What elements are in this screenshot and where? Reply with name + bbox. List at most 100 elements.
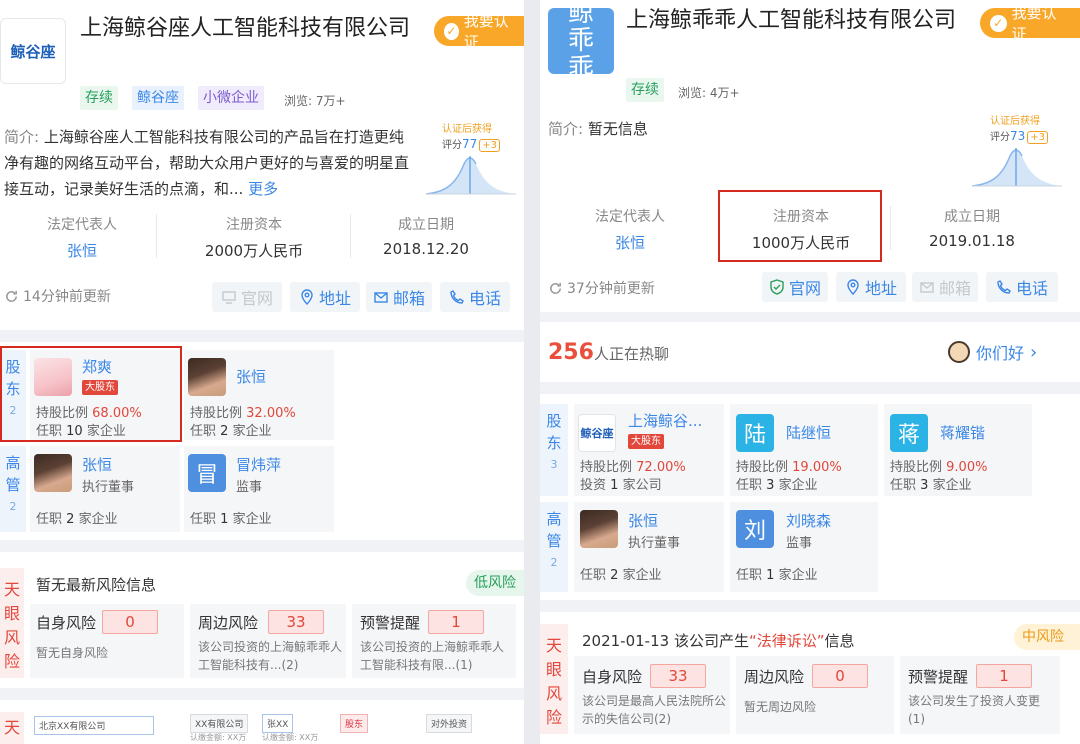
avatar: 陆 — [736, 414, 774, 452]
executive-card[interactable]: 张恒 执行董事 任职 2 家企业 — [30, 446, 180, 532]
risk-count: 1 — [428, 610, 484, 634]
work-pre: 任职 — [190, 512, 217, 527]
size-tag[interactable]: 小微企业 — [198, 86, 264, 110]
warning-card[interactable]: 预警提醒 1 该公司发生了投资人变更(1) — [900, 656, 1060, 734]
intro-label: 简介: — [548, 120, 584, 138]
score-curve-icon — [972, 148, 1062, 187]
shareholder-name[interactable]: 郑爽 — [82, 356, 112, 377]
risk-side-label[interactable]: 天眼风险 — [540, 624, 568, 734]
shareholder-card[interactable]: 蒋 蒋耀锴 持股比例 9.00% 任职 3 家企业 — [884, 404, 1032, 496]
left-company-panel: 鲸谷座 上海鲸谷座人工智能科技有限公司 ✓ 我要认证 存续 鲸谷座 小微企业 浏… — [0, 0, 524, 744]
website-label: 官网 — [788, 279, 821, 298]
work-count: 任职 2 家企业 — [580, 564, 662, 583]
verify-button[interactable]: ✓ 我要认证 — [980, 4, 1080, 43]
email-button[interactable]: 邮箱 — [912, 272, 978, 302]
executive-name[interactable]: 刘晓森 — [786, 510, 831, 531]
website-button[interactable]: 官网 — [212, 282, 282, 312]
status-tag[interactable]: 存续 — [80, 86, 118, 110]
website-button[interactable]: 官网 — [762, 272, 828, 302]
updated-time[interactable]: 14分钟前更新 — [4, 286, 111, 306]
risk-headline[interactable]: 2021-01-13 该公司产生“法律诉讼”信息 — [582, 630, 855, 651]
surrounding-risk-card[interactable]: 周边风险 0 暂无周边风险 — [736, 656, 894, 734]
phone-button[interactable]: 电话 — [440, 282, 510, 312]
executive-name[interactable]: 张恒 — [628, 510, 658, 531]
risk-count: 0 — [812, 664, 868, 688]
warning-card[interactable]: 预警提醒 1 该公司投资的上海鲸乖乖人工智能科技有限...(1) — [352, 604, 516, 678]
risk-level-badge[interactable]: 低风险 — [466, 570, 524, 596]
score-badge[interactable]: 认证后获得 评分77 +3 — [424, 118, 520, 198]
legal-rep: 法定代表人 张恒 — [14, 214, 150, 261]
address-button[interactable]: 地址 — [290, 282, 360, 312]
shareholder-name[interactable]: 蒋耀锴 — [940, 422, 985, 443]
score-value: 77 — [462, 137, 478, 151]
location-icon — [301, 289, 313, 305]
shareholder-card[interactable]: 郑爽 大股东 持股比例 68.00% 任职 10 家企业 — [30, 350, 180, 440]
executive-side-label[interactable]: 高管 2 — [540, 502, 568, 592]
shareholder-card[interactable]: 张恒 持股比例 32.00% 任职 2 家企业 — [184, 350, 334, 440]
risk-count: 33 — [268, 610, 324, 634]
shareholder-name[interactable]: 张恒 — [236, 366, 266, 387]
executive-side-label[interactable]: 高管 2 — [0, 446, 26, 532]
work-pre: 任职 — [580, 568, 607, 583]
view-count: 浏览: 4万+ — [678, 86, 740, 100]
address-button[interactable]: 地址 — [836, 272, 906, 302]
major-shareholder-badge: 大股东 — [628, 434, 664, 449]
work-num: 3 — [766, 478, 775, 493]
legal-rep-value[interactable]: 张恒 — [560, 232, 700, 253]
relation-diagram[interactable]: 北京XX有限公司 XX有限公司 张XX 股东 对外投资 认缴金额: XX万 认缴… — [30, 712, 520, 744]
score-badge[interactable]: 认证后获得 评分73 +3 — [970, 110, 1070, 190]
hot-discussion[interactable]: 256人正在热聊 — [548, 340, 669, 365]
executive-card[interactable]: 张恒 执行董事 任职 2 家企业 — [574, 502, 724, 592]
work-pre: 任职 — [36, 512, 63, 527]
section-gap — [0, 688, 524, 700]
capital-label: 注册资本 — [226, 217, 282, 233]
location-icon — [847, 279, 859, 295]
shareholder-name[interactable]: 上海鲸谷... — [628, 410, 702, 431]
risk-title: 自身风险 — [36, 614, 97, 632]
section-gap — [540, 600, 1080, 612]
executive-name[interactable]: 张恒 — [82, 454, 112, 475]
risk-count: 1 — [976, 664, 1032, 688]
shareholder-side-label[interactable]: 股东 3 — [540, 404, 568, 496]
legal-rep-value[interactable]: 张恒 — [14, 240, 150, 261]
executive-card[interactable]: 冒 冒炜萍 监事 任职 1 家企业 — [184, 446, 334, 532]
executive-card[interactable]: 刘 刘晓森 监事 任职 1 家企业 — [730, 502, 878, 592]
company-title: 上海鲸谷座人工智能科技有限公司 — [80, 16, 411, 41]
shareholder-count: 2 — [9, 404, 17, 417]
risk-level-badge[interactable]: 中风险 — [1014, 624, 1080, 650]
work-num: 1 — [766, 568, 775, 583]
verify-button[interactable]: ✓ 我要认证 — [434, 12, 524, 51]
score-title: 认证后获得 — [990, 116, 1040, 127]
diagram-node: 对外投资 — [426, 714, 473, 733]
avatar — [34, 454, 72, 492]
score-plus: +3 — [1027, 131, 1049, 144]
company-intro: 简介: 暂无信息 — [548, 116, 908, 142]
shareholder-name[interactable]: 陆继恒 — [786, 422, 831, 443]
shareholder-side-label[interactable]: 股东 2 — [0, 350, 26, 440]
risk-title: 预警提醒 — [908, 668, 969, 686]
chat-entry[interactable]: 你们好 › — [948, 340, 1037, 364]
self-risk-card[interactable]: 自身风险 0 暂无自身风险 — [30, 604, 184, 678]
ratio-label: 持股比例 — [36, 406, 89, 421]
work-post: 家企业 — [622, 568, 662, 583]
executive-name[interactable]: 冒炜萍 — [236, 454, 281, 475]
work-pre: 任职 — [736, 568, 763, 583]
shareholder-card[interactable]: 鲸谷座 上海鲸谷... 大股东 持股比例 72.00% 投资 1 家公司 — [574, 404, 724, 496]
risk-label: 天眼风险 — [4, 580, 21, 671]
risk-side-label[interactable]: 天眼风险 — [0, 568, 24, 678]
work-count: 任职 2 家企业 — [36, 508, 118, 527]
brand-tag[interactable]: 鲸谷座 — [132, 86, 184, 110]
score-line: 评分77 +3 — [442, 136, 501, 152]
phone-button[interactable]: 电话 — [986, 272, 1058, 302]
self-risk-card[interactable]: 自身风险 33 该公司是最高人民法院所公示的失信公司(2) — [574, 656, 730, 734]
monitor-icon — [222, 291, 236, 304]
shareholder-card[interactable]: 陆 陆继恒 持股比例 19.00% 任职 3 家企业 — [730, 404, 878, 496]
more-link[interactable]: 更多 — [248, 180, 278, 198]
status-tag[interactable]: 存续 — [626, 78, 664, 102]
ratio-value: 9.00% — [946, 460, 988, 475]
work-count: 任职 2 家企业 — [190, 420, 272, 439]
updated-time[interactable]: 37分钟前更新 — [548, 278, 655, 298]
email-button[interactable]: 邮箱 — [366, 282, 432, 312]
surrounding-risk-card[interactable]: 周边风险 33 该公司投资的上海鲸乖乖人工智能科技有...(2) — [190, 604, 346, 678]
company-intro: 简介: 上海鲸谷座人工智能科技有限公司的产品旨在打造更纯净有趣的网络互动平台，帮… — [4, 124, 414, 202]
